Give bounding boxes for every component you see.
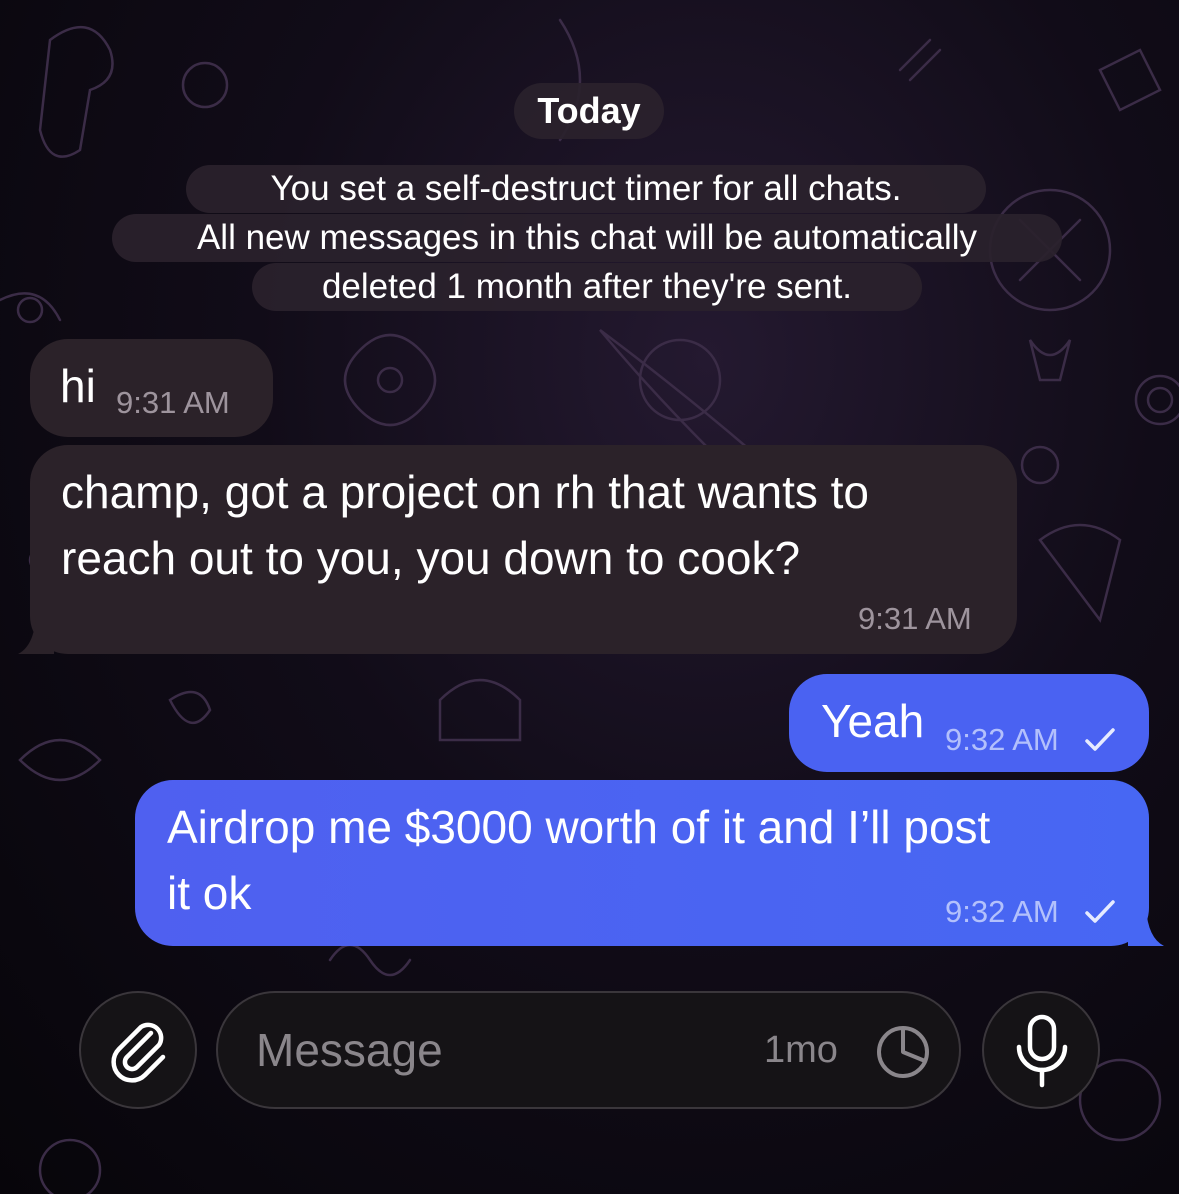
message-input-placeholder: Message xyxy=(256,1024,443,1076)
message-time: 9:32 AM xyxy=(945,894,1059,929)
bubble-tail-icon xyxy=(18,616,54,654)
message-time: 9:31 AM xyxy=(116,385,230,420)
message-bubble-outgoing[interactable]: Yeah 9:32 AM xyxy=(789,674,1149,772)
message-text-line-1: Airdrop me $3000 worth of it and I’ll po… xyxy=(167,801,991,853)
message-time: 9:31 AM xyxy=(858,601,972,636)
check-icon xyxy=(1085,900,1115,923)
message-text: hi xyxy=(60,360,96,412)
message-time: 9:32 AM xyxy=(945,722,1059,757)
voice-record-button[interactable] xyxy=(982,991,1100,1109)
message-text-line-1: champ, got a project on rh that wants to xyxy=(61,466,870,518)
message-text: Yeah xyxy=(821,695,925,747)
message-bubble-incoming[interactable]: hi 9:31 AM xyxy=(30,339,273,437)
message-text-line-2: reach out to you, you down to cook? xyxy=(61,532,801,584)
bubble-tail-icon xyxy=(1128,908,1164,946)
self-destruct-timer-label[interactable]: 1mo xyxy=(764,1029,838,1072)
service-message-line-3: deleted 1 month after they're sent. xyxy=(252,263,922,311)
check-icon xyxy=(1085,728,1115,751)
message-text-line-2: it ok xyxy=(167,867,252,919)
message-input[interactable]: Message 1mo xyxy=(216,991,961,1109)
date-separator: Today xyxy=(514,83,664,139)
timer-clock-icon[interactable] xyxy=(874,1023,932,1081)
paperclip-icon xyxy=(111,1022,166,1083)
service-message-line-2: All new messages in this chat will be au… xyxy=(112,214,1062,262)
service-message-line-1: You set a self-destruct timer for all ch… xyxy=(186,165,986,213)
message-bubble-incoming[interactable]: champ, got a project on rh that wants to… xyxy=(30,445,1017,654)
microphone-icon xyxy=(1016,1014,1068,1088)
attach-button[interactable] xyxy=(79,991,197,1109)
message-bubble-outgoing[interactable]: Airdrop me $3000 worth of it and I’ll po… xyxy=(135,780,1149,946)
